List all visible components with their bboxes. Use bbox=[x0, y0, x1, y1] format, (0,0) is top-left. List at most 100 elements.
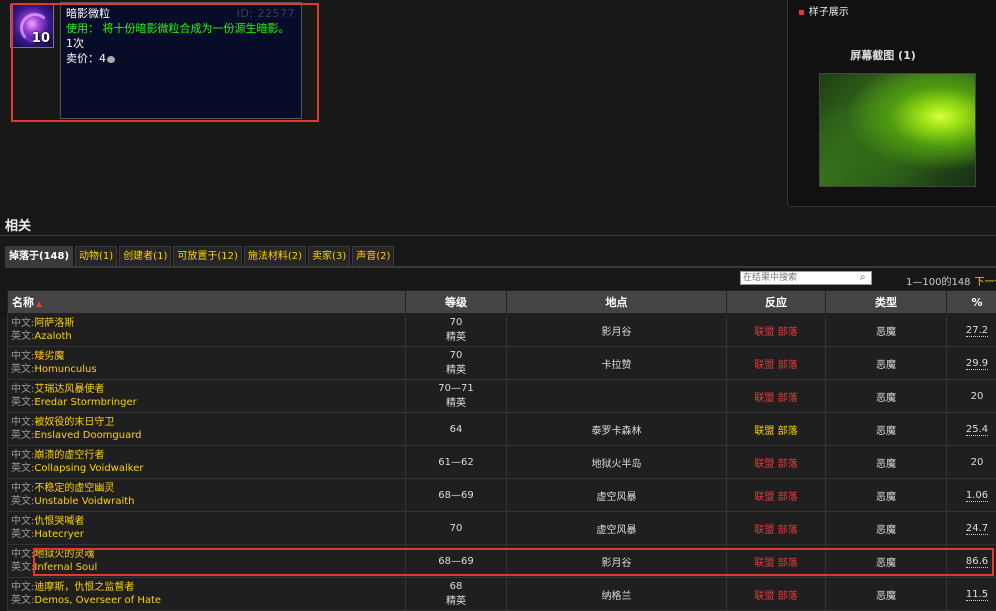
level-cell: 64 bbox=[406, 413, 507, 446]
npc-name-en-link[interactable]: Homunculus bbox=[34, 364, 96, 375]
table-row[interactable]: 中文:仇恨哭喊者英文:Hatecryer70虚空风暴联盟 部落恶魔24.7 bbox=[8, 512, 996, 545]
location-cell[interactable]: 卡拉赞 bbox=[507, 347, 727, 380]
name-cell: 中文:矮劣魔英文:Homunculus bbox=[8, 347, 406, 380]
pager-next-link[interactable]: 下一个 bbox=[975, 277, 996, 288]
npc-name-cn-link[interactable]: 地狱火的灵魂 bbox=[34, 549, 94, 560]
pager: 1—100的148下一个 bbox=[906, 273, 996, 288]
location-cell[interactable]: 虚空风暴 bbox=[507, 479, 727, 512]
sort-up-icon: ▲ bbox=[36, 299, 42, 308]
location-cell[interactable]: 影月谷 bbox=[507, 314, 727, 347]
reaction-cell: 联盟 部落 bbox=[727, 512, 826, 545]
horde-reaction: 部落 bbox=[778, 492, 798, 503]
reaction-cell: 联盟 部落 bbox=[727, 413, 826, 446]
level-value: 68—69 bbox=[438, 490, 473, 501]
table-header-row: 名称▲ 等级 地点 反应 类型 % bbox=[8, 291, 996, 314]
npc-name-en-link[interactable]: Hatecryer bbox=[34, 529, 84, 540]
npc-name-cn-link[interactable]: 不稳定的虚空幽灵 bbox=[34, 483, 114, 494]
npc-name-en-link[interactable]: Infernal Soul bbox=[34, 562, 97, 573]
reaction-cell: 联盟 部落 bbox=[727, 545, 826, 578]
en-label: 英文: bbox=[11, 463, 34, 474]
location-cell[interactable]: 影月谷 bbox=[507, 545, 727, 578]
alliance-reaction: 联盟 bbox=[754, 558, 774, 569]
tab-created-by[interactable]: 创建者(1) bbox=[119, 246, 171, 266]
location-cell[interactable]: 地狱火半岛 bbox=[507, 446, 727, 479]
table-row[interactable]: 中文:不稳定的虚空幽灵英文:Unstable Voidwraith68—69虚空… bbox=[8, 479, 996, 512]
drop-percent: 27.2 bbox=[966, 325, 988, 337]
level-cell: 70 bbox=[406, 512, 507, 545]
sample-link[interactable]: ▪样子展示 bbox=[798, 3, 849, 18]
drop-percent: 24.7 bbox=[966, 523, 988, 535]
en-label: 英文: bbox=[11, 364, 34, 375]
npc-name-en-link[interactable]: Eredar Stormbringer bbox=[34, 397, 136, 408]
tab-can-be-placed[interactable]: 可放置于(12) bbox=[173, 246, 242, 266]
location-cell[interactable] bbox=[507, 380, 727, 413]
npc-name-cn-link[interactable]: 被奴役的末日守卫 bbox=[34, 417, 114, 428]
type-cell[interactable]: 恶魔 bbox=[826, 512, 947, 545]
level-rank: 精英 bbox=[406, 361, 506, 376]
tab-dropped-by[interactable]: 掉落于(148) bbox=[5, 246, 73, 266]
name-cell: 中文:地狱火的灵魂英文:Infernal Soul bbox=[8, 545, 406, 578]
percent-cell: 29.9 bbox=[947, 347, 996, 380]
col-header-level[interactable]: 等级 bbox=[406, 291, 507, 314]
table-row[interactable]: 中文:矮劣魔英文:Homunculus70精英卡拉赞联盟 部落恶魔29.9 bbox=[8, 347, 996, 380]
level-value: 70—71 bbox=[438, 383, 473, 394]
tab-sold-by[interactable]: 卖家(3) bbox=[308, 246, 350, 266]
type-cell[interactable]: 恶魔 bbox=[826, 545, 947, 578]
percent-cell: 86.6 bbox=[947, 545, 996, 578]
npc-name-en-link[interactable]: Collapsing Voidwalker bbox=[34, 463, 143, 474]
type-cell[interactable]: 恶魔 bbox=[826, 380, 947, 413]
npc-name-cn-link[interactable]: 艾瑞达风暴使者 bbox=[34, 384, 104, 395]
alliance-reaction: 联盟 bbox=[754, 591, 774, 602]
col-header-type[interactable]: 类型 bbox=[826, 291, 947, 314]
tab-sounds[interactable]: 声音(2) bbox=[352, 246, 394, 266]
type-cell[interactable]: 恶魔 bbox=[826, 347, 947, 380]
type-cell[interactable]: 恶魔 bbox=[826, 446, 947, 479]
search-icon[interactable]: ⌕ bbox=[860, 272, 866, 283]
table-row[interactable]: 中文:阿萨洛斯英文:Azaloth70精英影月谷联盟 部落恶魔27.2 bbox=[8, 314, 996, 347]
level-cell: 70精英 bbox=[406, 347, 507, 380]
col-header-name[interactable]: 名称▲ bbox=[8, 291, 406, 314]
alliance-reaction: 联盟 bbox=[754, 459, 774, 470]
level-rank: 精英 bbox=[406, 394, 506, 409]
npc-name-en-link[interactable]: Azaloth bbox=[34, 331, 71, 342]
npc-name-en-link[interactable]: Demos, Overseer of Hate bbox=[34, 595, 161, 606]
name-cell: 中文:艾瑞达风暴使者英文:Eredar Stormbringer bbox=[8, 380, 406, 413]
npc-name-cn-link[interactable]: 矮劣魔 bbox=[34, 351, 64, 362]
level-rank: 精英 bbox=[406, 592, 506, 607]
level-rank: 精英 bbox=[406, 328, 506, 343]
screenshot-thumbnail[interactable] bbox=[819, 73, 976, 187]
col-header-percent[interactable]: % bbox=[947, 291, 996, 314]
horde-reaction: 部落 bbox=[778, 558, 798, 569]
npc-name-cn-link[interactable]: 迪摩斯，仇恨之监督者 bbox=[34, 582, 134, 593]
type-cell[interactable]: 恶魔 bbox=[826, 479, 947, 512]
screenshot-title: 屏幕截图 (1) bbox=[788, 47, 978, 63]
table-row[interactable]: 中文:艾瑞达风暴使者英文:Eredar Stormbringer70—71精英联… bbox=[8, 380, 996, 413]
reaction-cell: 联盟 部落 bbox=[727, 314, 826, 347]
table-row[interactable]: 中文:崩溃的虚空行者英文:Collapsing Voidwalker61—62地… bbox=[8, 446, 996, 479]
npc-name-cn-link[interactable]: 崩溃的虚空行者 bbox=[34, 450, 104, 461]
type-cell[interactable]: 恶魔 bbox=[826, 413, 947, 446]
npc-name-en-link[interactable]: Enslaved Doomguard bbox=[34, 430, 141, 441]
npc-name-cn-link[interactable]: 阿萨洛斯 bbox=[34, 318, 74, 329]
npc-name-en-link[interactable]: Unstable Voidwraith bbox=[34, 496, 134, 507]
table-row[interactable]: 中文:地狱火的灵魂英文:Infernal Soul68—69影月谷联盟 部落恶魔… bbox=[8, 545, 996, 578]
npc-name-cn-link[interactable]: 仇恨哭喊者 bbox=[34, 516, 84, 527]
table-row[interactable]: 中文:被奴役的末日守卫英文:Enslaved Doomguard64泰罗卡森林联… bbox=[8, 413, 996, 446]
level-value: 68—69 bbox=[438, 556, 473, 567]
alliance-reaction: 联盟 bbox=[754, 525, 774, 536]
reaction-cell: 联盟 部落 bbox=[727, 446, 826, 479]
type-cell[interactable]: 恶魔 bbox=[826, 314, 947, 347]
location-cell[interactable]: 虚空风暴 bbox=[507, 512, 727, 545]
reaction-cell: 联盟 部落 bbox=[727, 347, 826, 380]
col-header-location[interactable]: 地点 bbox=[507, 291, 727, 314]
tab-reagent-for[interactable]: 施法材料(2) bbox=[244, 246, 306, 266]
search-results-input[interactable] bbox=[740, 271, 872, 285]
level-value: 70 bbox=[450, 523, 463, 534]
drop-percent: 25.4 bbox=[966, 424, 988, 436]
sample-link-label: 样子展示 bbox=[809, 7, 849, 18]
col-header-reaction[interactable]: 反应 bbox=[727, 291, 826, 314]
location-cell[interactable]: 泰罗卡森林 bbox=[507, 413, 727, 446]
tab-animals[interactable]: 动物(1) bbox=[75, 246, 117, 266]
level-cell: 70—71精英 bbox=[406, 380, 507, 413]
cn-label: 中文: bbox=[11, 384, 34, 395]
